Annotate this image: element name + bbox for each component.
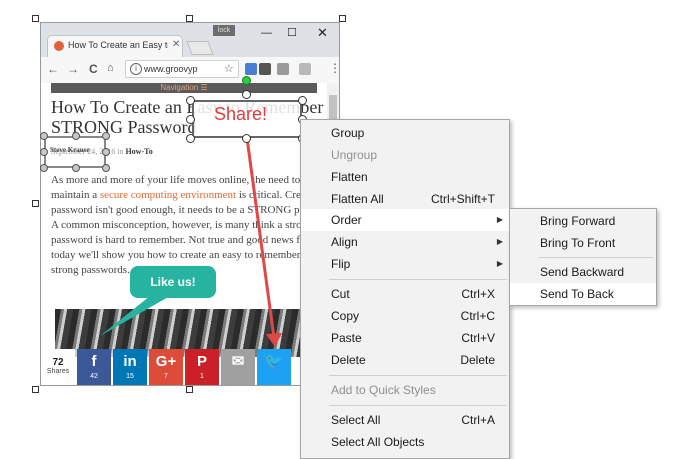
menu-item-flatten[interactable]: Flatten: [301, 166, 509, 188]
menu-item-label: Copy: [331, 309, 360, 323]
menu-separator: [329, 375, 507, 376]
menu-item-order[interactable]: Order ▶: [301, 209, 509, 231]
menu-item-flatten-all[interactable]: Flatten All Ctrl+Shift+T: [301, 188, 509, 210]
submenu-item-send-to-back[interactable]: Send To Back: [510, 283, 656, 305]
menu-item-label: Send To Back: [540, 287, 614, 301]
submenu-arrow-icon: ▶: [496, 215, 503, 224]
menu-item-cut[interactable]: Cut Ctrl+X: [301, 283, 509, 305]
submenu-item-send-backward[interactable]: Send Backward: [510, 261, 656, 283]
menu-item-delete[interactable]: Delete Delete: [301, 349, 509, 371]
submenu-arrow-icon: ▶: [496, 259, 503, 268]
context-menu: Group Ungroup Flatten Flatten All Ctrl+Sh…: [300, 119, 510, 459]
menu-item-select-all[interactable]: Select All Ctrl+A: [301, 409, 509, 431]
menu-item-align[interactable]: Align ▶: [301, 231, 509, 253]
submenu-item-bring-forward[interactable]: Bring Forward: [510, 210, 656, 232]
menu-item-label: Ungroup: [331, 148, 378, 162]
like-us-bubble[interactable]: Like us!: [130, 266, 216, 298]
menu-item-shortcut: Delete: [460, 353, 495, 367]
menu-item-label: Cut: [331, 287, 350, 301]
menu-item-shortcut: Ctrl+A: [461, 413, 495, 427]
bubble-tail-shape: [100, 296, 170, 336]
order-submenu: Bring Forward Bring To Front Send Backwa…: [509, 208, 657, 306]
menu-item-label: Select All Objects: [331, 435, 425, 449]
menu-item-add-to-quick-styles[interactable]: Add to Quick Styles: [301, 379, 509, 401]
menu-item-label: Add to Quick Styles: [331, 383, 436, 397]
menu-item-label: Align: [331, 235, 358, 249]
menu-item-label: Group: [331, 126, 365, 140]
menu-item-label: Flatten All: [331, 192, 384, 206]
menu-item-label: Bring To Front: [540, 236, 616, 250]
menu-item-select-all-objects[interactable]: Select All Objects: [301, 431, 509, 453]
menu-separator: [329, 405, 507, 406]
menu-item-label: Select All: [331, 413, 381, 427]
menu-item-shortcut: Ctrl+X: [461, 287, 495, 301]
menu-item-label: Send Backward: [540, 265, 625, 279]
menu-separator: [329, 279, 507, 280]
menu-item-shortcut: Ctrl+C: [460, 309, 495, 323]
menu-item-label: Flip: [331, 257, 351, 271]
menu-item-group[interactable]: Group: [301, 122, 509, 144]
submenu-arrow-icon: ▶: [496, 237, 503, 246]
menu-item-flip[interactable]: Flip ▶: [301, 253, 509, 275]
submenu-item-bring-to-front[interactable]: Bring To Front: [510, 232, 656, 254]
menu-item-shortcut: Ctrl+V: [461, 331, 495, 345]
menu-item-label: Paste: [331, 331, 362, 345]
menu-item-label: Order: [331, 213, 362, 227]
menu-item-label: Flatten: [331, 170, 368, 184]
menu-item-copy[interactable]: Copy Ctrl+C: [301, 305, 509, 327]
menu-item-paste[interactable]: Paste Ctrl+V: [301, 327, 509, 349]
menu-item-label: Delete: [331, 353, 366, 367]
menu-separator: [538, 257, 654, 258]
menu-item-label: Bring Forward: [540, 214, 616, 228]
menu-item-ungroup[interactable]: Ungroup: [301, 144, 509, 166]
menu-item-shortcut: Ctrl+Shift+T: [430, 192, 495, 206]
